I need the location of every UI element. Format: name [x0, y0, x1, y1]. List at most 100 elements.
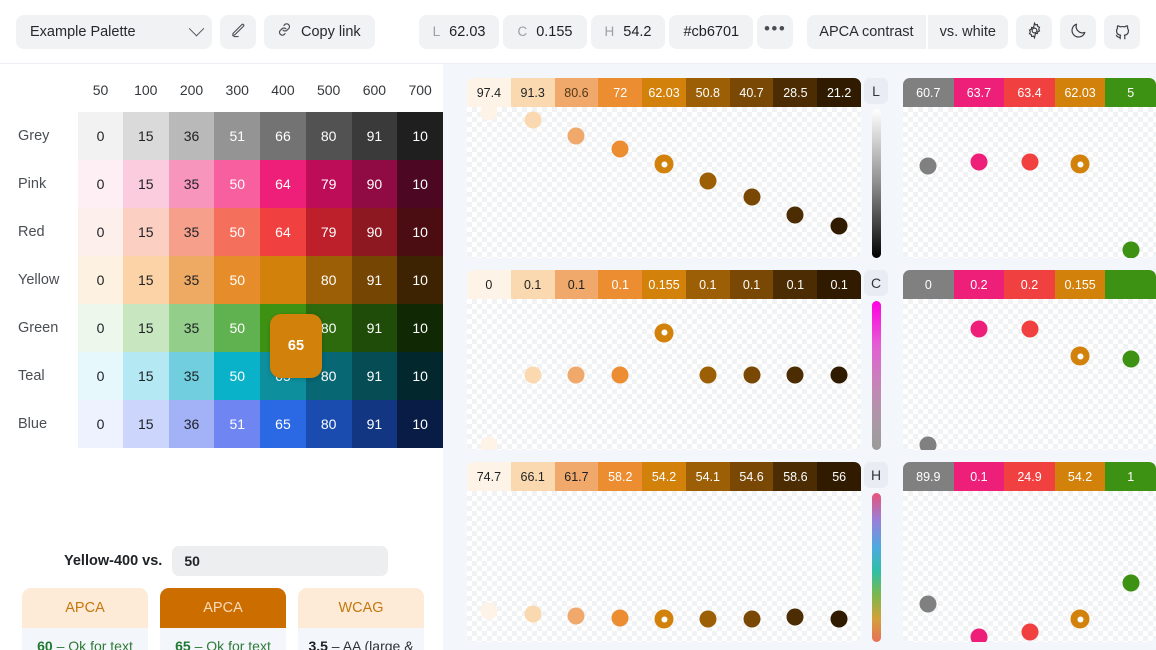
palette-swatch[interactable]: 64 — [260, 160, 306, 208]
chart-dot[interactable] — [786, 608, 804, 626]
palette-swatch[interactable]: 65 — [260, 400, 306, 448]
palette-column-header[interactable]: 50 — [78, 68, 123, 112]
chart-dot[interactable] — [524, 366, 542, 383]
chart-dot[interactable] — [1122, 350, 1140, 368]
palette-swatch[interactable]: 0 — [78, 160, 123, 208]
chart-dot[interactable] — [611, 609, 629, 627]
palette-swatch[interactable]: 0 — [78, 304, 123, 352]
chart-dot[interactable] — [567, 607, 585, 625]
chart-dot[interactable] — [699, 172, 717, 190]
chart-plot[interactable] — [903, 491, 1156, 642]
chart-dot[interactable] — [480, 107, 498, 121]
chart-value-cell[interactable]: 72 — [598, 78, 643, 107]
chart-value-cell[interactable]: 54.2 — [1054, 462, 1106, 491]
palette-swatch[interactable]: 15 — [122, 112, 169, 160]
palette-swatch[interactable]: 0 — [78, 256, 123, 304]
chart-value-cell[interactable]: 56 — [817, 462, 861, 491]
chart-value-cell[interactable]: 62.03 — [1054, 78, 1106, 107]
chart-dot[interactable] — [743, 366, 761, 383]
chart-value-cell[interactable]: 61.7 — [554, 462, 599, 491]
palette-select[interactable]: Example Palette — [16, 14, 212, 49]
chart-dot[interactable] — [1122, 241, 1140, 258]
chart-dot[interactable] — [611, 366, 629, 383]
palette-swatch[interactable]: 51 — [214, 112, 261, 160]
chart-dot-selected[interactable] — [1070, 346, 1090, 366]
chart-dot[interactable] — [919, 595, 937, 613]
palette-column-header[interactable]: 400 — [260, 68, 306, 112]
chart-value-cell[interactable]: 0.2 — [953, 270, 1005, 299]
palette-swatch[interactable]: 15 — [122, 304, 169, 352]
contrast-compare-input[interactable] — [172, 546, 389, 576]
chart-value-cell[interactable]: 0 — [903, 270, 954, 299]
hex-field[interactable]: #cb6701 — [669, 14, 754, 49]
github-link-button[interactable] — [1104, 14, 1140, 49]
palette-swatch[interactable]: 80 — [305, 400, 352, 448]
chart-dot-selected[interactable] — [654, 609, 674, 629]
palette-swatch[interactable]: 0 — [78, 352, 123, 400]
contrast-target-button[interactable]: vs. white — [925, 14, 1008, 49]
chart-dot[interactable] — [970, 320, 988, 338]
palette-swatch[interactable]: 50 — [214, 160, 261, 208]
palette-swatch[interactable]: 15 — [122, 256, 169, 304]
palette-swatch[interactable]: 90 — [351, 208, 398, 256]
palette-swatch[interactable]: 91 — [351, 112, 398, 160]
chart-dot[interactable] — [786, 366, 804, 383]
chart-value-cell[interactable]: 91.3 — [510, 78, 555, 107]
chart-value-cell[interactable]: 89.9 — [903, 462, 954, 491]
palette-swatch[interactable]: 91 — [351, 352, 398, 400]
chart-dot[interactable] — [830, 217, 848, 235]
palette-swatch[interactable]: 10 — [397, 112, 443, 160]
theme-toggle-button[interactable] — [1060, 14, 1096, 49]
palette-row-label[interactable]: Green — [0, 304, 78, 352]
palette-swatch[interactable]: 91 — [351, 400, 398, 448]
palette-row-label[interactable]: Yellow — [0, 256, 78, 304]
palette-column-header[interactable]: 500 — [306, 68, 352, 112]
chart-plot[interactable] — [903, 299, 1156, 450]
chart-value-cell[interactable]: 54.6 — [729, 462, 774, 491]
palette-swatch[interactable]: 90 — [351, 160, 398, 208]
chart-dot-selected[interactable] — [654, 154, 674, 174]
chart-value-cell[interactable]: 1 — [1105, 462, 1156, 491]
axis-gradient-c[interactable] — [871, 301, 881, 450]
chart-dot[interactable] — [480, 436, 498, 450]
copy-link-button[interactable]: Copy link — [264, 14, 375, 49]
palette-swatch[interactable]: 79 — [305, 160, 352, 208]
palette-swatch[interactable]: 0 — [78, 208, 123, 256]
chart-dot[interactable] — [567, 127, 585, 145]
palette-swatch[interactable]: 10 — [397, 352, 443, 400]
palette-column-header[interactable]: 600 — [352, 68, 398, 112]
palette-swatch[interactable]: 36 — [168, 112, 215, 160]
palette-swatch[interactable]: 10 — [397, 208, 443, 256]
palette-swatch[interactable]: 10 — [397, 400, 443, 448]
palette-swatch[interactable]: 0 — [78, 112, 123, 160]
palette-swatch[interactable]: 79 — [305, 208, 352, 256]
axis-label-c[interactable]: C — [864, 270, 888, 296]
palette-swatch[interactable]: 35 — [168, 160, 215, 208]
chart-value-cell[interactable]: 0.1 — [510, 270, 555, 299]
chart-value-cell[interactable]: 0.1 — [729, 270, 774, 299]
palette-swatch[interactable]: 35 — [168, 208, 215, 256]
axis-label-l[interactable]: L — [864, 78, 888, 104]
chart-dot[interactable] — [699, 610, 717, 628]
palette-row-label[interactable]: Red — [0, 208, 78, 256]
chart-value-cell[interactable] — [1105, 270, 1156, 299]
palette-column-header[interactable]: 200 — [169, 68, 215, 112]
chart-dot[interactable] — [919, 436, 937, 450]
palette-swatch[interactable]: 35 — [168, 352, 215, 400]
chart-dot[interactable] — [743, 610, 761, 628]
chart-value-cell[interactable]: 62.03 — [642, 78, 686, 107]
palette-swatch[interactable]: 15 — [122, 352, 169, 400]
palette-swatch[interactable] — [260, 256, 306, 304]
chart-value-cell[interactable]: 0.1 — [953, 462, 1005, 491]
chart-value-cell[interactable]: 54.2 — [642, 462, 686, 491]
chart-dot-selected[interactable] — [654, 323, 674, 343]
palette-swatch[interactable]: 36 — [168, 400, 215, 448]
palette-swatch[interactable]: 50 — [214, 304, 261, 352]
palette-row-label[interactable]: Teal — [0, 352, 78, 400]
palette-swatch[interactable]: 80 — [305, 256, 352, 304]
chart-value-cell[interactable]: 63.4 — [1004, 78, 1055, 107]
chart-dot[interactable] — [611, 140, 629, 158]
palette-swatch[interactable]: 15 — [122, 160, 169, 208]
palette-swatch[interactable]: 91 — [351, 304, 398, 352]
chart-dot[interactable] — [830, 610, 848, 627]
